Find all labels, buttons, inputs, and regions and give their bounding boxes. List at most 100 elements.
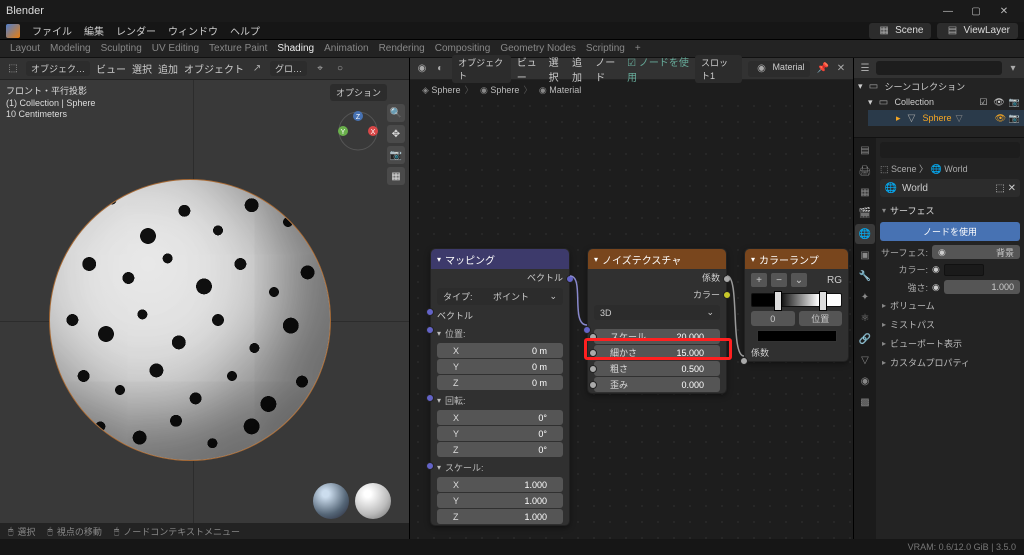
outliner-search[interactable] (876, 61, 1002, 75)
ws-uv[interactable]: UV Editing (152, 43, 199, 54)
mapping-out-socket[interactable] (566, 275, 574, 283)
filter-icon[interactable]: ▾ (1006, 61, 1020, 75)
menu-file[interactable]: ファイル (32, 23, 72, 38)
ws-layout[interactable]: Layout (10, 43, 40, 54)
world-datablock[interactable]: 🌐World⬚ ✕ (880, 179, 1020, 197)
tab-world[interactable]: 🌐 (855, 224, 875, 244)
snap-icon[interactable]: ⌖ (313, 62, 327, 76)
mapping-node[interactable]: ▾マッピング ベクトル タイプ:ポイント⌄ ベクトル 位置: X0 m Y0 m… (430, 248, 570, 526)
camera-view-icon[interactable]: 📷 (387, 146, 405, 164)
mapping-in-socket[interactable] (426, 308, 434, 316)
props-search[interactable] (880, 142, 1020, 158)
outliner-type-icon[interactable]: ☰ (858, 61, 872, 75)
ramp-color-swatch[interactable] (757, 330, 837, 342)
noise-distort-socket[interactable] (589, 381, 597, 389)
ne-menu-node[interactable]: ノード (595, 54, 621, 84)
noise-rough-field[interactable]: 粗さ0.500 (594, 361, 720, 376)
tab-render[interactable]: ▤ (855, 140, 875, 160)
menu-window[interactable]: ウィンドウ (168, 23, 218, 38)
tab-texture[interactable]: ▩ (855, 392, 875, 412)
node-editor-type-icon[interactable]: ◉ (416, 62, 428, 76)
ws-geo[interactable]: Geometry Nodes (500, 43, 576, 54)
noise-rough-socket[interactable] (589, 365, 597, 373)
mapping-rot-x[interactable]: X0° (437, 410, 563, 425)
panel-mist[interactable]: ミストパス (880, 315, 1020, 334)
material-name[interactable]: Material (772, 62, 804, 76)
use-nodes-button[interactable]: ノードを使用 (880, 222, 1020, 241)
viewlayer-selector[interactable]: ▤ ViewLayer (937, 23, 1018, 39)
noise-fac-socket[interactable] (723, 275, 731, 283)
tab-material[interactable]: ◉ (855, 371, 875, 391)
orientation-selector[interactable]: グロ… (270, 61, 307, 76)
ws-shading[interactable]: Shading (277, 43, 314, 54)
color-ramp-node[interactable]: ▾カラーランプ + − ⌄ RG 0 位置 係数 (744, 248, 849, 362)
mapping-pos-z[interactable]: Z0 m (437, 375, 563, 390)
ramp-index-field[interactable]: 0 (751, 311, 795, 326)
tab-physics[interactable]: ⚛ (855, 308, 875, 328)
tab-viewlayer[interactable]: ▦ (855, 182, 875, 202)
viewport-body[interactable]: フロント・平行投影 (1) Collection | Sphere 10 Cen… (0, 80, 409, 539)
scene-selector[interactable]: ▦ Scene (869, 23, 931, 39)
pin-icon[interactable]: 📌 (816, 62, 828, 76)
tab-scene[interactable]: 🎬 (855, 203, 875, 223)
ws-script[interactable]: Scripting (586, 43, 625, 54)
color-ramp-gradient[interactable] (751, 293, 842, 307)
data-type-selector[interactable]: オブジェクト (452, 55, 511, 83)
material-preview-icon[interactable] (355, 483, 391, 519)
ws-texpaint[interactable]: Texture Paint (209, 43, 267, 54)
vp-menu-view[interactable]: ビュー (96, 61, 126, 76)
tab-data[interactable]: ▽ (855, 350, 875, 370)
color-swatch[interactable] (944, 264, 984, 276)
nav-gizmo[interactable]: Z X Y (337, 110, 379, 152)
menu-help[interactable]: ヘルプ (230, 23, 260, 38)
panel-viewport[interactable]: ビューポート表示 (880, 334, 1020, 353)
panel-custom[interactable]: カスタムプロパティ (880, 353, 1020, 372)
surface-dropdown[interactable]: ◉背景 (932, 245, 1020, 259)
collection-row[interactable]: ▾▭Collection☑👁📷 (854, 94, 1024, 110)
slot-selector[interactable]: スロット1 (695, 55, 742, 83)
ramp-pos-field[interactable]: 位置 (799, 311, 843, 326)
noise-distort-field[interactable]: 歪み0.000 (594, 377, 720, 392)
cursor-tool-icon[interactable]: ↗ (250, 62, 264, 76)
eye-icon[interactable]: 👁 (995, 113, 1005, 124)
tab-object[interactable]: ▣ (855, 245, 875, 265)
menu-edit[interactable]: 編集 (84, 23, 104, 38)
window-minimize-button[interactable]: ― (934, 1, 962, 21)
strength-field[interactable]: 1.000 (944, 280, 1020, 294)
ne-menu-add[interactable]: 追加 (572, 54, 589, 84)
ws-add[interactable]: + (635, 43, 641, 54)
mapping-pos-y[interactable]: Y0 m (437, 359, 563, 374)
ws-comp[interactable]: Compositing (435, 43, 491, 54)
ws-sculpting[interactable]: Sculpting (101, 43, 142, 54)
blender-logo-icon[interactable] (6, 24, 20, 38)
mapping-pos-x[interactable]: X0 m (437, 343, 563, 358)
proportional-icon[interactable]: ○ (333, 62, 347, 76)
noise-texture-node[interactable]: ▾ノイズテクスチャ 係数 カラー 3D⌄ スケール20.000 細かさ15.00… (587, 248, 727, 394)
hdri-preview-icon[interactable] (313, 483, 349, 519)
sphere-row[interactable]: ▸▽Sphere▽👁📷 (868, 110, 1024, 126)
ws-modeling[interactable]: Modeling (50, 43, 91, 54)
tab-constraint[interactable]: 🔗 (855, 329, 875, 349)
vp-menu-add[interactable]: 追加 (158, 61, 178, 76)
ws-anim[interactable]: Animation (324, 43, 368, 54)
mapping-scale-x[interactable]: X1.000 (437, 477, 563, 492)
noise-dim-dropdown[interactable]: 3D⌄ (594, 305, 720, 320)
ne-menu-view[interactable]: ビュー (517, 54, 543, 84)
ramp-add-button[interactable]: + (751, 273, 767, 287)
zoom-icon[interactable]: 🔍 (387, 104, 405, 122)
perspective-icon[interactable]: ▦ (387, 167, 405, 185)
mapping-rot-y[interactable]: Y0° (437, 426, 563, 441)
window-close-button[interactable]: ✕ (990, 1, 1018, 21)
noise-color-socket[interactable] (723, 291, 731, 299)
ramp-tools-button[interactable]: ⌄ (791, 273, 807, 287)
ramp-stop-0[interactable] (774, 291, 782, 311)
camera-icon[interactable]: 📷 (1009, 97, 1020, 108)
ramp-in-socket[interactable] (740, 357, 748, 365)
panel-volume[interactable]: ボリューム (880, 296, 1020, 315)
options-dropdown[interactable]: オプション (330, 84, 387, 101)
node-canvas[interactable]: ▾マッピング ベクトル タイプ:ポイント⌄ ベクトル 位置: X0 m Y0 m… (410, 98, 853, 539)
tab-modifier[interactable]: 🔧 (855, 266, 875, 286)
scene-collection-row[interactable]: ▾▭シーンコレクション (854, 78, 1024, 94)
mapping-pos-socket[interactable] (426, 326, 434, 334)
ramp-stop-1[interactable] (819, 291, 827, 311)
